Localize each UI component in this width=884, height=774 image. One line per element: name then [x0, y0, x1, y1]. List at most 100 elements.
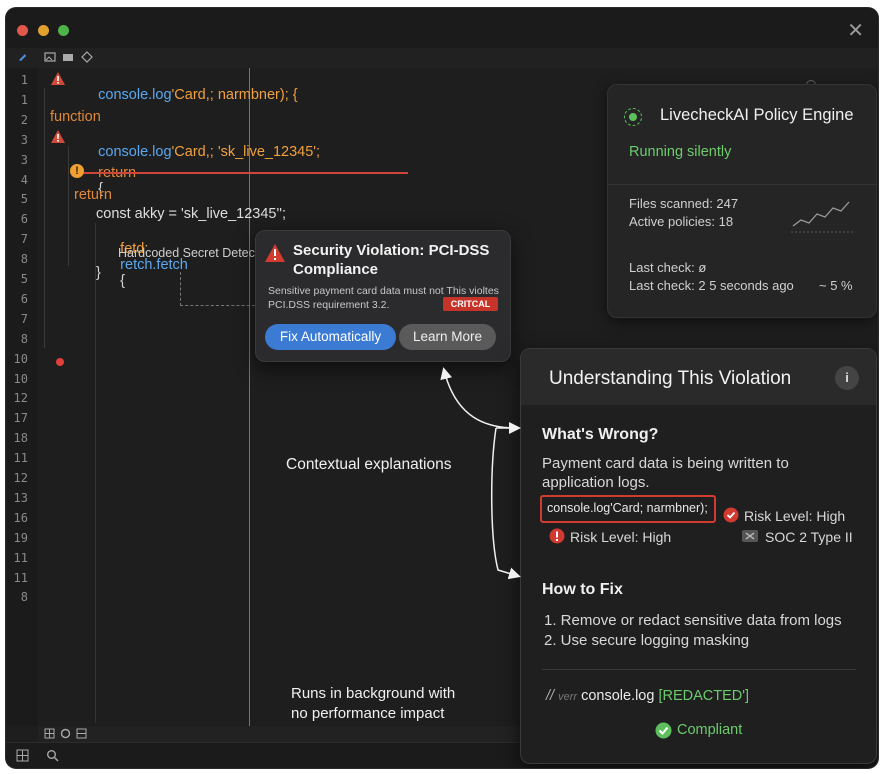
- line-number: 1: [20, 92, 28, 107]
- line-number: 6: [20, 291, 28, 306]
- how-to-fix-heading: How to Fix: [542, 581, 623, 598]
- soc2-label: SOC 2 Type II: [765, 529, 853, 545]
- popup-title: Security Violation: PCI-DSS Compliance: [293, 242, 490, 278]
- pin-icon[interactable]: [16, 51, 28, 63]
- search-icon[interactable]: [46, 749, 59, 762]
- security-violation-popup: Security Violation: PCI-DSS Compliance S…: [255, 230, 511, 362]
- divider: [542, 669, 856, 670]
- fix-step: 1. Remove or redact sensitive data from …: [544, 612, 842, 629]
- code-line: return: [74, 187, 112, 203]
- fixed-code-line: // verr console.log [REDACTED']: [546, 688, 749, 704]
- active-policies: Active policies: 18: [629, 214, 734, 229]
- annotation-arrows: [440, 367, 521, 580]
- close-window-button[interactable]: [17, 25, 28, 36]
- divider: [608, 184, 876, 185]
- code-line: function: [50, 109, 101, 125]
- last-check-time: Last check: 2 5 seconds ago: [629, 278, 794, 293]
- line-number: 12: [13, 391, 28, 406]
- panel-title: Understanding This Violation: [549, 368, 792, 389]
- warning-icon[interactable]: [50, 71, 66, 86]
- line-number: 16: [13, 510, 28, 525]
- annotation-runs: no performance impact: [291, 705, 445, 722]
- lightbulb-icon[interactable]: !: [70, 164, 84, 178]
- last-check-label: Last check: ø: [629, 260, 707, 275]
- line-number: 19: [13, 530, 28, 545]
- status-dot-icon: [629, 113, 637, 121]
- line-number: 12: [13, 471, 28, 485]
- diamond-icon[interactable]: [81, 51, 93, 63]
- cpu-percent: ~ 5 %: [819, 278, 853, 293]
- line-number: 1: [20, 73, 28, 87]
- line-number: 11: [13, 570, 28, 585]
- line-number: 11: [13, 451, 28, 466]
- code-token: [REDACTED']: [658, 688, 750, 704]
- engine-title: LivecheckAI Policy Engine: [660, 106, 854, 124]
- code-token: console.log: [581, 688, 655, 704]
- connector-line: [180, 305, 260, 307]
- layout-icon[interactable]: [16, 749, 29, 762]
- grid-icon[interactable]: [44, 728, 55, 739]
- fix-automatically-button[interactable]: Fix Automatically: [265, 324, 396, 350]
- line-number: 5: [20, 192, 28, 207]
- policy-engine-card: LivecheckAI Policy Engine Running silent…: [607, 84, 877, 318]
- line-number-gutter: 1 1 2 3 3 4 5 6 7 8 5 6 7 8 10 10 12 17 18 11 12 13 16 19 11 11 8: [6, 68, 38, 726]
- ide-window: ✕ 1 1 2 3 3 4 5 6 7 8 5 6 7 8 10 10 12 17 18 11 12 13 16 19 11 11…: [6, 8, 878, 768]
- learn-more-button[interactable]: Learn More: [399, 324, 496, 350]
- whats-wrong-text: Payment card data is being written to: [542, 455, 789, 472]
- line-number: 6: [20, 212, 28, 227]
- close-icon[interactable]: ✕: [847, 18, 864, 43]
- line-number: 7: [20, 232, 28, 247]
- risk-alert-icon: [549, 528, 565, 544]
- code-line: }: [96, 265, 101, 281]
- risk-level-left: Risk Level: High: [570, 529, 672, 545]
- line-number: 10: [13, 351, 28, 366]
- alert-icon: [265, 244, 285, 262]
- shield-badge-icon: [742, 530, 758, 542]
- error-underline: [78, 172, 408, 174]
- info-icon[interactable]: i: [835, 366, 859, 390]
- sparkline-chart: [791, 201, 853, 233]
- critical-badge: CRITCAL: [443, 297, 498, 311]
- indent-guide: [44, 88, 45, 348]
- line-number: 18: [13, 431, 28, 446]
- line-number: 3: [20, 132, 28, 147]
- maximize-window-button[interactable]: [58, 25, 69, 36]
- code-token: 'Card,; 'sk_live_12345';: [171, 144, 321, 160]
- line-number: 2: [20, 112, 28, 127]
- table-icon[interactable]: [76, 728, 87, 739]
- comment-token: //: [546, 688, 555, 704]
- line-number: 8: [20, 331, 28, 346]
- whats-wrong-heading: What's Wrong?: [542, 426, 659, 443]
- check-circle-icon: [655, 722, 672, 739]
- connector-line: [180, 272, 182, 306]
- folder-icon[interactable]: [62, 51, 74, 63]
- code-token: {: [120, 273, 126, 289]
- image-icon[interactable]: [44, 51, 56, 63]
- line-number: 10: [13, 371, 28, 386]
- whats-wrong-text: application logs.: [542, 474, 650, 491]
- risk-check-icon: [723, 507, 739, 523]
- minimize-window-button[interactable]: [38, 25, 49, 36]
- compliant-status: Compliant: [677, 722, 743, 738]
- breakpoint-dot[interactable]: [56, 358, 64, 366]
- code-token: console.log: [98, 87, 172, 103]
- line-number: 5: [20, 272, 28, 286]
- fix-step: 2. Use secure logging masking: [544, 632, 750, 649]
- toolbar: [6, 48, 878, 69]
- title-bar: ✕: [6, 8, 878, 48]
- indent-guide: [68, 146, 69, 266]
- line-number: 11: [13, 550, 28, 565]
- line-number: 4: [20, 172, 28, 187]
- settings-icon[interactable]: [60, 728, 71, 739]
- line-number: 3: [20, 152, 28, 167]
- violation-explanation-panel: Understanding This Violation i What's Wr…: [520, 348, 877, 764]
- code-token: 'Card,; narmbner); {: [171, 87, 298, 103]
- comment-token: verr: [558, 691, 578, 703]
- code-snippet: console.log'Card; narmbner);: [547, 501, 708, 515]
- warning-icon[interactable]: [50, 129, 66, 144]
- hint-text: Hardcoded Secret Detec: [118, 246, 255, 260]
- line-number: 8: [20, 252, 28, 267]
- line-number: 7: [20, 311, 28, 326]
- risk-level-right: Risk Level: High: [744, 508, 846, 524]
- engine-status: Running silently: [629, 144, 732, 160]
